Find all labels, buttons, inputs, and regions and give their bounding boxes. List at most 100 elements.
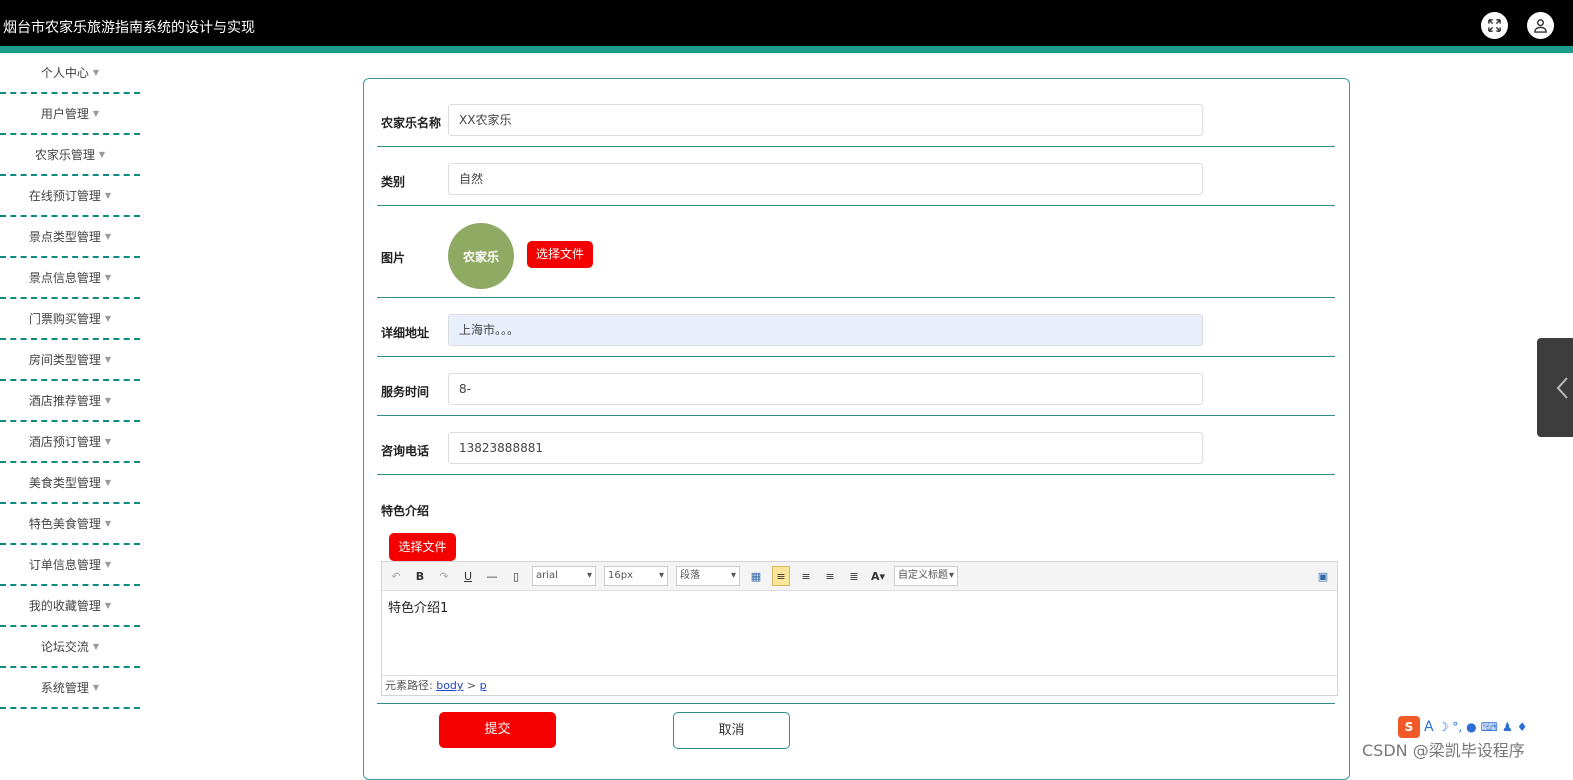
microphone-icon[interactable]: ●	[1466, 720, 1476, 734]
path-body-link[interactable]: body	[436, 679, 463, 692]
sogou-logo-icon[interactable]: S	[1398, 716, 1420, 738]
chevron-down-icon: ▾	[658, 570, 664, 581]
align-center-icon[interactable]: ≡	[822, 567, 838, 585]
collapse-panel-tab[interactable]	[1537, 338, 1573, 437]
undo-icon[interactable]: ↶	[388, 567, 404, 585]
farmhouse-logo: 农家乐	[448, 223, 514, 289]
caret-down-icon: ▼	[104, 314, 112, 323]
sidebar-item-ticket-purchase[interactable]: 门票购买管理 ▼	[0, 299, 140, 340]
caret-down-icon: ▼	[92, 683, 100, 692]
chevron-down-icon: ▾	[586, 570, 592, 581]
sidebar-item-user-management[interactable]: 用户管理 ▼	[0, 94, 140, 135]
caret-down-icon: ▼	[104, 355, 112, 364]
choose-image-button[interactable]: 选择文件	[527, 241, 593, 268]
caret-down-icon: ▼	[92, 68, 100, 77]
table-icon[interactable]: ▦	[748, 567, 764, 585]
caret-down-icon: ▼	[104, 601, 112, 610]
user-icon[interactable]	[1527, 12, 1554, 39]
form-row-image: 图片 农家乐 选择文件	[377, 206, 1335, 298]
phone-input[interactable]: 13823888881	[448, 432, 1203, 464]
sidebar-item-scenic-info[interactable]: 景点信息管理 ▼	[0, 258, 140, 299]
ime-toolbar: S A ☽ °, ● ⌨ ♟ ♦	[1398, 716, 1528, 738]
custom-title-select[interactable]: 自定义标题 ▾	[894, 566, 958, 586]
sidebar: 个人中心 ▼ 用户管理 ▼ 农家乐管理 ▼ 在线预订管理 ▼ 景点类型管理 ▼ 景点信息管…	[0, 53, 140, 709]
form-row-phone: 咨询电话 13823888881	[377, 416, 1335, 475]
form-row-category: 类别 自然	[377, 147, 1335, 206]
form-row-address: 详细地址 上海市。。。	[377, 298, 1335, 357]
fullscreen-icon[interactable]	[1481, 12, 1508, 39]
caret-down-icon: ▼	[104, 560, 112, 569]
chevron-left-icon	[1556, 377, 1568, 399]
chevron-down-icon: ▾	[730, 570, 736, 581]
name-label: 农家乐名称	[381, 116, 442, 130]
form-row-service-time: 服务时间 8-	[377, 357, 1335, 416]
caret-down-icon: ▼	[104, 519, 112, 528]
submit-button[interactable]: 提交	[439, 712, 556, 748]
address-input[interactable]: 上海市。。。	[448, 314, 1203, 346]
punctuation-icon[interactable]: °,	[1452, 720, 1462, 734]
category-label: 类别	[381, 175, 406, 189]
intro-label: 特色介绍	[381, 504, 430, 518]
sidebar-item-farmhouse-management[interactable]: 农家乐管理 ▼	[0, 135, 140, 176]
moon-icon[interactable]: ☽	[1438, 720, 1449, 734]
service-time-label: 服务时间	[381, 385, 430, 399]
accent-bar	[0, 46, 1573, 53]
editor-toolbar: ↶ B ↷ U — ▯ arial ▾ 16px ▾ 段落 ▾ ▦ ≡ ≡ ≡ ≣ A…	[382, 562, 1337, 591]
sidebar-item-favorites[interactable]: 我的收藏管理 ▼	[0, 586, 140, 627]
address-label: 详细地址	[381, 326, 430, 340]
align-justify-icon[interactable]: ≣	[846, 567, 862, 585]
font-size-select[interactable]: 16px ▾	[604, 566, 668, 586]
sidebar-item-forum[interactable]: 论坛交流 ▼	[0, 627, 140, 668]
sidebar-item-food-type[interactable]: 美食类型管理 ▼	[0, 463, 140, 504]
paragraph-select[interactable]: 段落 ▾	[676, 566, 740, 586]
phone-label: 咨询电话	[381, 444, 430, 458]
watermark: CSDN @梁凯毕设程序	[1362, 741, 1525, 760]
editor-content[interactable]: 特色介绍1	[382, 591, 1337, 685]
align-right-icon[interactable]: ≡	[798, 567, 814, 585]
sidebar-item-online-booking[interactable]: 在线预订管理 ▼	[0, 176, 140, 217]
font-color-icon[interactable]: A▾	[870, 567, 886, 585]
editor-statusbar: 元素路径: body > p	[382, 675, 1337, 695]
sidebar-item-hotel-booking[interactable]: 酒店预订管理 ▼	[0, 422, 140, 463]
sidebar-item-room-type[interactable]: 房间类型管理 ▼	[0, 340, 140, 381]
caret-down-icon: ▼	[104, 273, 112, 282]
bold-icon[interactable]: B	[412, 567, 428, 585]
service-time-input[interactable]: 8-	[448, 373, 1203, 405]
name-input[interactable]: XX农家乐	[448, 104, 1203, 136]
chevron-down-icon: ▾	[948, 570, 954, 581]
preview-icon[interactable]: ▣	[1315, 567, 1331, 585]
redo-icon[interactable]: ↷	[436, 567, 452, 585]
sidebar-item-scenic-type[interactable]: 景点类型管理 ▼	[0, 217, 140, 258]
align-left-icon[interactable]: ≡	[772, 566, 790, 586]
caret-down-icon: ▼	[92, 642, 100, 651]
caret-down-icon: ▼	[92, 109, 100, 118]
caret-down-icon: ▼	[104, 396, 112, 405]
image-label: 图片	[381, 251, 406, 265]
font-family-select[interactable]: arial ▾	[532, 566, 596, 586]
rich-text-editor: ↶ B ↷ U — ▯ arial ▾ 16px ▾ 段落 ▾ ▦ ≡ ≡ ≡ ≣ A…	[381, 561, 1338, 696]
underline-icon[interactable]: U	[460, 567, 476, 585]
input-mode-icon[interactable]: A	[1424, 719, 1434, 735]
intro-choose-file-button[interactable]: 选择文件	[389, 533, 456, 561]
keyboard-icon[interactable]: ⌨	[1481, 720, 1498, 734]
cancel-button[interactable]: 取消	[673, 712, 790, 749]
top-bar: 烟台市农家乐旅游指南系统的设计与实现	[0, 0, 1573, 46]
path-p-link[interactable]: p	[480, 679, 487, 692]
sidebar-item-special-food[interactable]: 特色美食管理 ▼	[0, 504, 140, 545]
divider	[377, 703, 1335, 704]
caret-down-icon: ▼	[104, 437, 112, 446]
caret-down-icon: ▼	[104, 232, 112, 241]
page-icon[interactable]: ▯	[508, 567, 524, 585]
sidebar-item-hotel-recommend[interactable]: 酒店推荐管理 ▼	[0, 381, 140, 422]
sidebar-item-order-info[interactable]: 订单信息管理 ▼	[0, 545, 140, 586]
sidebar-item-personal-center[interactable]: 个人中心 ▼	[0, 53, 140, 94]
caret-down-icon: ▼	[104, 191, 112, 200]
app-title: 烟台市农家乐旅游指南系统的设计与实现	[3, 20, 255, 36]
sidebar-item-system[interactable]: 系统管理 ▼	[0, 668, 140, 709]
form-row-name: 农家乐名称 XX农家乐	[377, 79, 1335, 147]
category-input[interactable]: 自然	[448, 163, 1203, 195]
shirt-icon[interactable]: ♦	[1517, 720, 1528, 734]
horizontal-rule-icon[interactable]: —	[484, 567, 500, 585]
person-icon[interactable]: ♟	[1502, 720, 1513, 734]
form-panel: 农家乐名称 XX农家乐 类别 自然 图片 农家乐 选择文件 详细地址 上海市。。…	[363, 78, 1350, 780]
